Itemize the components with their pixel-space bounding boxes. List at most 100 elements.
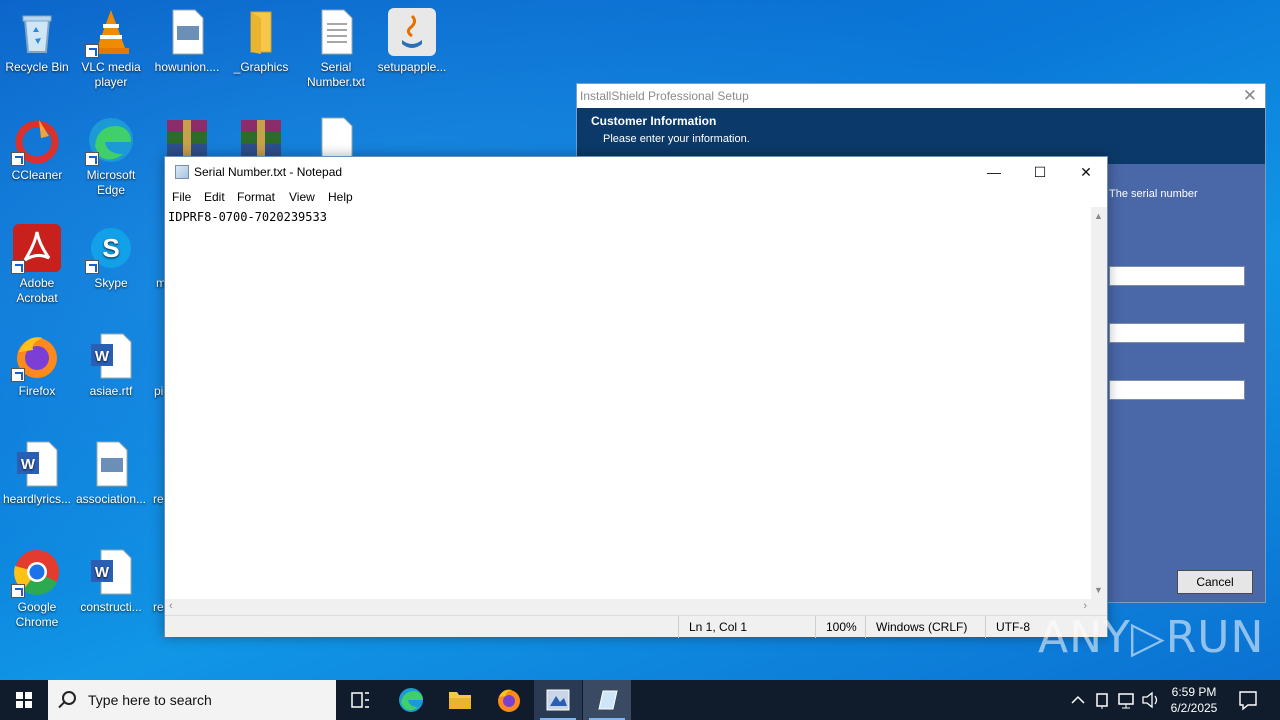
usb-icon (1096, 693, 1108, 709)
speaker-icon (1142, 691, 1158, 709)
clock-date: 6/2/2025 (1170, 701, 1218, 715)
desktop-icon-association[interactable]: association... (74, 440, 148, 507)
scroll-down-icon[interactable]: ▼ (1094, 585, 1103, 595)
desktop-icon-setupapple[interactable]: setupapple... (375, 8, 449, 75)
taskbar-edge[interactable] (387, 680, 435, 720)
scroll-up-icon[interactable]: ▲ (1094, 211, 1103, 221)
partial-icon-label: pi (154, 384, 164, 398)
taskbar: Type here to search 6:59 PM 6/2/2025 (0, 680, 1280, 720)
taskbar-file-explorer[interactable] (436, 680, 484, 720)
scroll-right-icon[interactable]: › (1083, 600, 1087, 612)
installshield-header-subtitle: Please enter your information. (603, 133, 750, 145)
partial-icon-label: re (153, 600, 164, 614)
clock-time: 6:59 PM (1171, 685, 1217, 699)
tray-network[interactable] (1116, 680, 1138, 720)
close-icon[interactable]: ✕ (1243, 86, 1257, 106)
notepad-menubar: File Edit Format View Help (165, 187, 1107, 207)
menu-view[interactable]: View (289, 190, 315, 204)
vertical-scrollbar[interactable]: ▲ ▼ (1091, 207, 1107, 599)
ccleaner-icon (11, 116, 61, 166)
menu-file[interactable]: File (172, 190, 191, 204)
search-icon (62, 691, 76, 705)
notification-icon (1239, 691, 1257, 711)
folder-icon (449, 692, 471, 709)
desktop-icon-chrome[interactable]: Google Chrome (0, 548, 74, 630)
chevron-up-icon (1071, 695, 1085, 704)
desktop-icon-serial-number-file[interactable]: Serial Number.txt (299, 8, 373, 90)
notepad-title: Serial Number.txt - Notepad (194, 165, 343, 179)
status-line-ending: Windows (CRLF) (865, 616, 985, 638)
horizontal-scrollbar[interactable]: ‹ › (165, 599, 1093, 615)
shortcut-arrow-icon (11, 260, 25, 274)
windows-logo-icon (16, 692, 32, 708)
desktop-icon-constructi[interactable]: W constructi... (74, 548, 148, 615)
desktop-icon-graphics-folder[interactable]: _Graphics (224, 8, 298, 75)
desktop-icon-edge[interactable]: Microsoft Edge (74, 116, 148, 198)
image-file-icon (87, 440, 135, 488)
tray-volume[interactable] (1140, 680, 1162, 720)
user-name-field[interactable] (1109, 266, 1245, 286)
desktop-icon-ccleaner[interactable]: CCleaner (0, 116, 74, 183)
svg-text:W: W (95, 348, 110, 365)
menu-help[interactable]: Help (328, 190, 353, 204)
notepad-titlebar[interactable]: Serial Number.txt - Notepad — ☐ ✕ (165, 157, 1107, 187)
network-icon (1118, 693, 1134, 709)
word-document-icon: W (13, 440, 61, 488)
taskbar-clock[interactable]: 6:59 PM 6/2/2025 (1166, 684, 1222, 716)
desktop-icon-adobe-acrobat[interactable]: Adobe Acrobat (0, 224, 74, 306)
firefox-icon (11, 332, 61, 382)
close-icon[interactable]: ✕ (1063, 157, 1109, 187)
taskbar-firefox[interactable] (485, 680, 533, 720)
taskbar-search-box[interactable]: Type here to search (48, 680, 336, 720)
menu-edit[interactable]: Edit (204, 190, 225, 204)
java-installer-icon (388, 8, 436, 56)
installshield-title: InstallShield Professional Setup (577, 84, 1265, 108)
text-file-icon (312, 8, 360, 56)
status-zoom: 100% (815, 616, 865, 638)
word-document-icon: W (87, 332, 135, 380)
desktop-icon-asiae[interactable]: W asiae.rtf (74, 332, 148, 399)
skype-icon: S (85, 224, 135, 274)
anyrun-watermark: ANY▷RUN (1038, 612, 1265, 663)
recycle-bin-icon (13, 8, 61, 56)
notification-center[interactable] (1228, 680, 1268, 720)
maximize-icon[interactable]: ☐ (1017, 157, 1063, 187)
svg-text:W: W (21, 456, 36, 473)
svg-text:S: S (102, 233, 119, 263)
taskbar-notepad[interactable] (583, 680, 631, 720)
installshield-header-title: Customer Information (591, 114, 717, 128)
desktop-icon-vlc[interactable]: VLC media player (74, 8, 148, 90)
notepad-text-area[interactable]: IDPRF8-0700-7020239533 (165, 207, 1093, 599)
menu-format[interactable]: Format (237, 190, 275, 204)
show-hidden-icons[interactable] (1068, 680, 1088, 720)
desktop-icon-howunion[interactable]: howunion.... (150, 8, 224, 75)
taskbar-installshield[interactable] (534, 680, 582, 720)
shortcut-arrow-icon (11, 584, 25, 598)
shortcut-arrow-icon (11, 368, 25, 382)
desktop-icon-heardlyrics[interactable]: W heardlyrics... (0, 440, 74, 507)
firefox-icon (498, 689, 520, 712)
cancel-button[interactable]: Cancel (1177, 570, 1253, 594)
start-button[interactable] (0, 680, 48, 720)
notepad-icon (598, 690, 618, 710)
desktop-icon-skype[interactable]: S Skype (74, 224, 148, 291)
search-placeholder: Type here to search (88, 692, 212, 708)
company-name-field[interactable] (1109, 323, 1245, 343)
scroll-left-icon[interactable]: ‹ (169, 600, 173, 612)
tray-network-drive[interactable] (1092, 680, 1112, 720)
status-position: Ln 1, Col 1 (678, 616, 818, 638)
desktop-icon-recycle-bin[interactable]: Recycle Bin (0, 8, 74, 75)
desktop-icon-firefox[interactable]: Firefox (0, 332, 74, 399)
task-view-button[interactable] (338, 680, 382, 720)
serial-number-field[interactable] (1109, 380, 1245, 400)
minimize-icon[interactable]: — (971, 157, 1017, 187)
notepad-window: Serial Number.txt - Notepad — ☐ ✕ File E… (164, 156, 1108, 638)
edge-icon (85, 116, 135, 166)
chrome-icon (11, 548, 61, 598)
shortcut-arrow-icon (85, 260, 99, 274)
shortcut-arrow-icon (85, 44, 99, 58)
serial-number-hint: The serial number (1109, 188, 1198, 200)
folder-icon (237, 8, 285, 56)
shortcut-arrow-icon (11, 152, 25, 166)
image-file-icon (163, 8, 211, 56)
